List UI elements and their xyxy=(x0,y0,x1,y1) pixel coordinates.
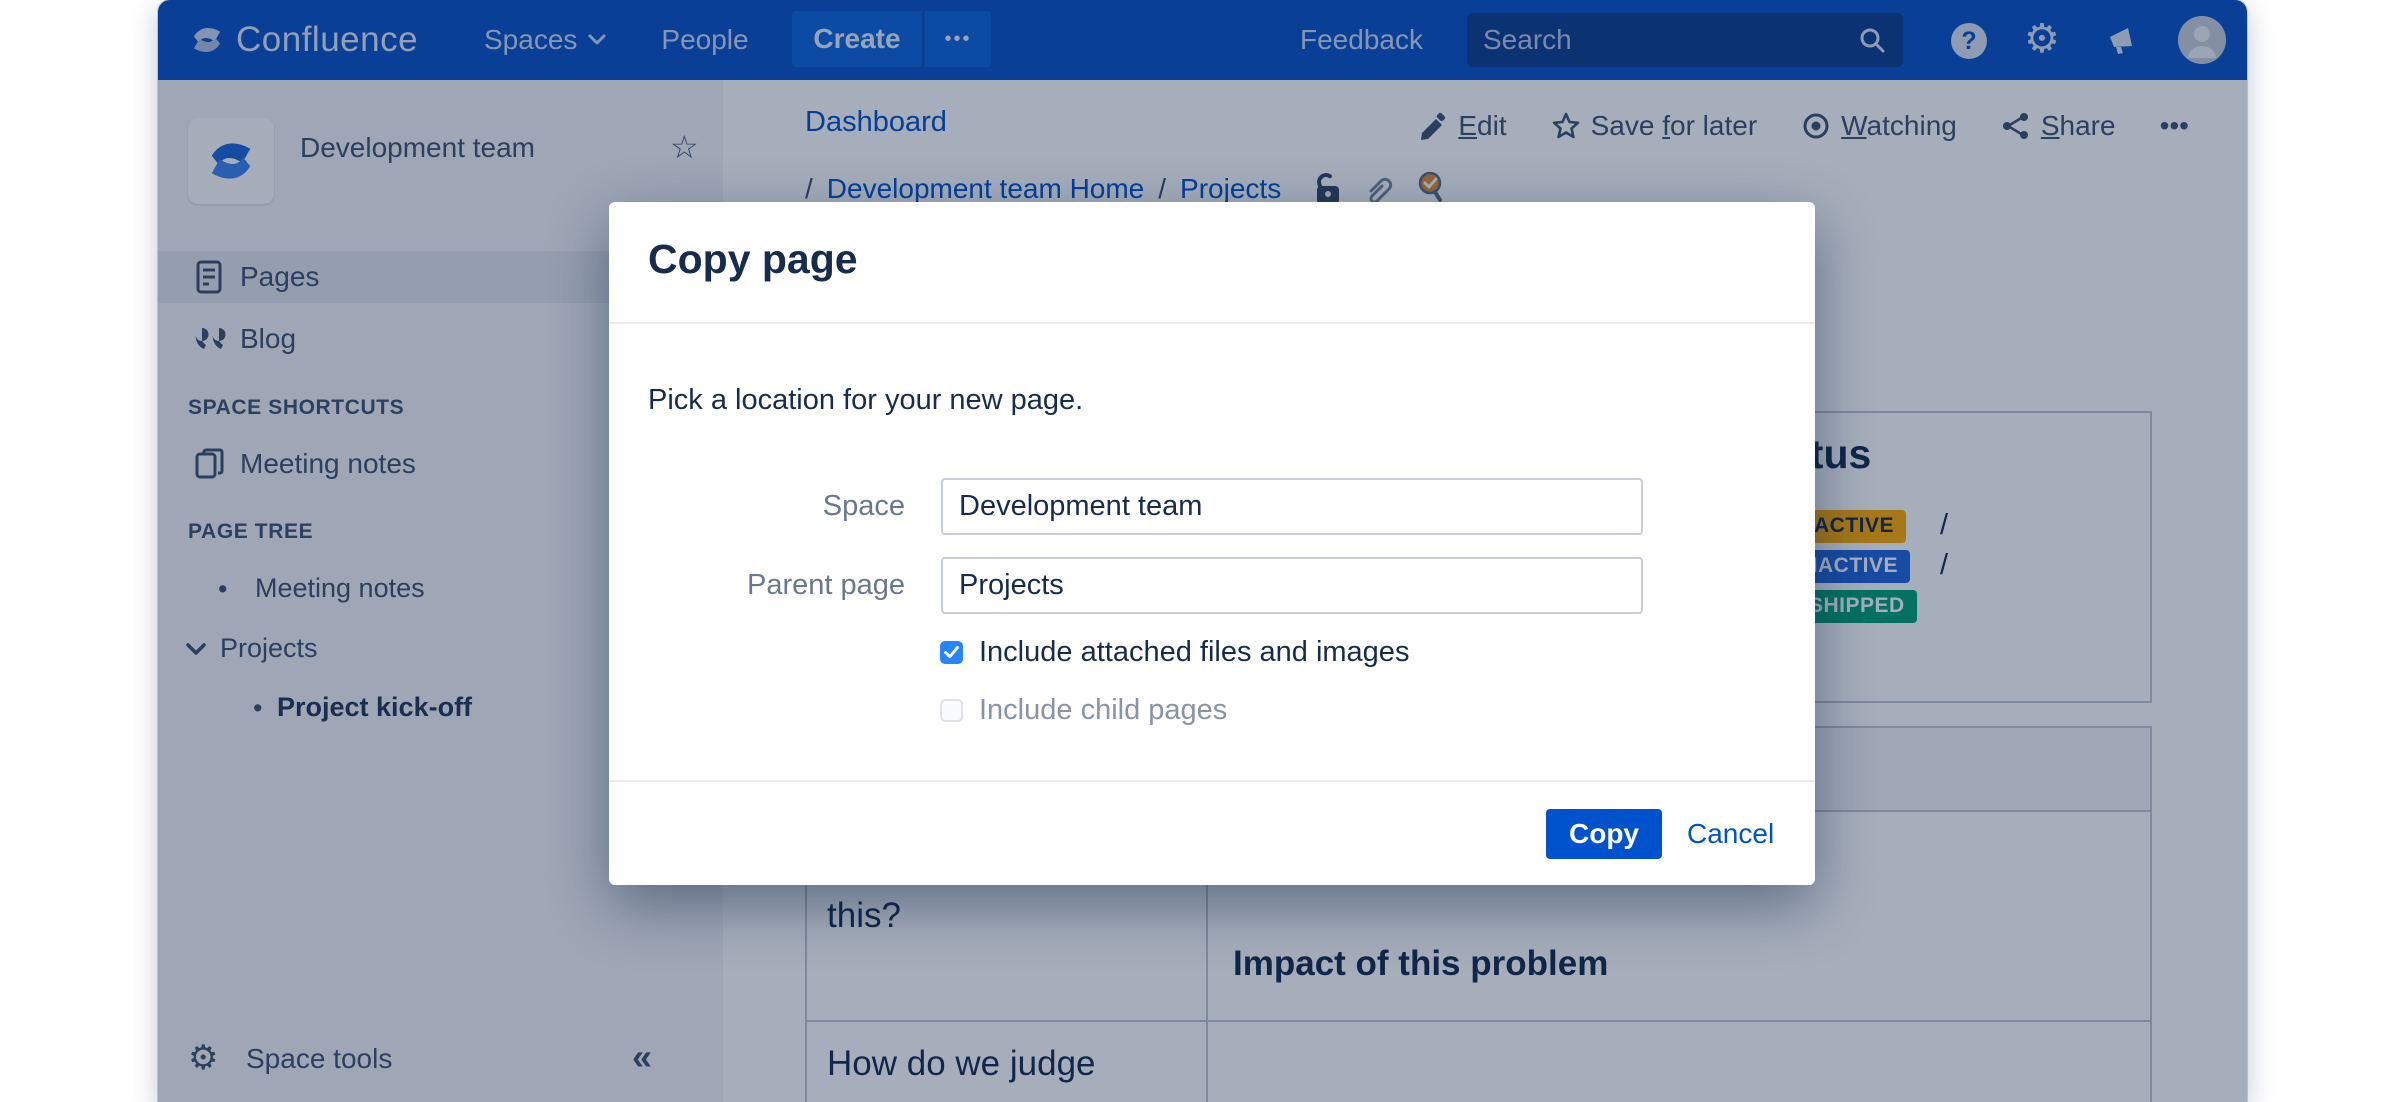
dialog-description: Pick a location for your new page. xyxy=(648,384,1084,416)
checkbox-label: Include attached files and images xyxy=(979,636,1410,668)
copy-page-dialog: Copy page Pick a location for your new p… xyxy=(609,202,1815,885)
checkbox-checked-icon[interactable] xyxy=(940,641,963,664)
copy-button[interactable]: Copy xyxy=(1546,809,1662,859)
checkbox-unchecked-icon[interactable] xyxy=(940,699,963,722)
dialog-footer-divider xyxy=(609,780,1815,782)
dialog-header-divider xyxy=(609,322,1815,324)
include-child-pages-option[interactable]: Include child pages xyxy=(940,694,1227,727)
dialog-title: Copy page xyxy=(648,236,858,282)
space-field[interactable] xyxy=(941,478,1643,535)
parent-page-field-label: Parent page xyxy=(746,569,905,601)
parent-page-field-row: Parent page xyxy=(609,557,1815,614)
space-field-label: Space xyxy=(822,490,905,522)
cancel-link[interactable]: Cancel xyxy=(1687,809,1774,859)
include-attachments-option[interactable]: Include attached files and images xyxy=(940,636,1409,669)
parent-page-field[interactable] xyxy=(941,557,1643,614)
checkbox-label: Include child pages xyxy=(979,694,1228,726)
browser-window: Confluence Spaces People Create ••• Feed… xyxy=(158,0,2247,1102)
space-field-row: Space xyxy=(609,478,1815,535)
